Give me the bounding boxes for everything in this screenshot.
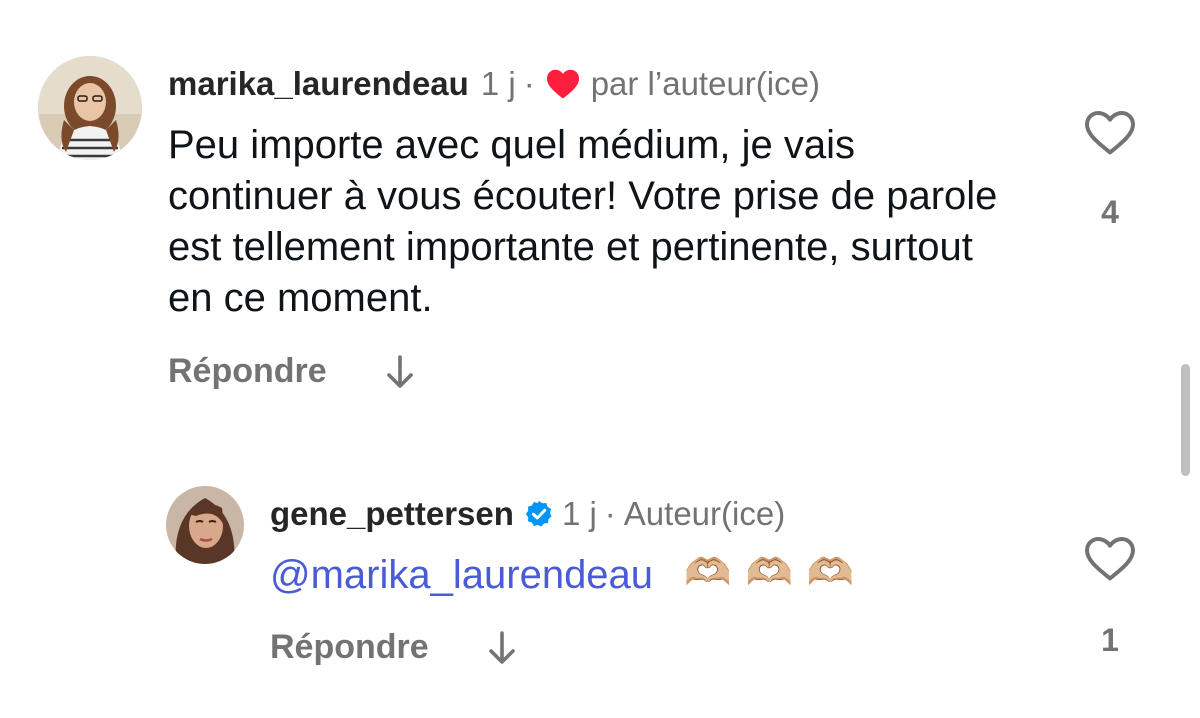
username[interactable]: marika_laurendeau [168, 64, 469, 104]
separator: · [604, 495, 616, 532]
username[interactable]: gene_pettersen [270, 494, 514, 534]
comment-actions: Répondre [168, 352, 415, 391]
reply-button[interactable]: Répondre [270, 628, 429, 667]
author-label: Auteur(ice) [623, 495, 786, 532]
avatar[interactable] [38, 56, 142, 160]
avatar[interactable] [166, 486, 244, 564]
heart-outline-icon[interactable] [1084, 536, 1136, 582]
separator: · [523, 65, 535, 102]
scrollbar[interactable] [1181, 364, 1190, 476]
arrow-down-icon[interactable] [487, 630, 517, 666]
red-heart-icon [545, 68, 581, 100]
timestamp: 1 j [561, 495, 597, 532]
like-count: 1 [1101, 622, 1119, 658]
emoji-group: 🫶🏼 🫶🏼 🫶🏼 [684, 548, 854, 599]
mention-link[interactable]: @marika_laurendeau [270, 553, 653, 597]
heart-hands-emoji: 🫶🏼 [684, 551, 732, 594]
like-count: 4 [1101, 194, 1119, 230]
comment-text: Peu importe avec quel médium, je vais co… [168, 123, 998, 320]
verified-badge-icon [524, 499, 554, 529]
heart-outline-icon[interactable] [1084, 110, 1136, 156]
comment-meta: marika_laurendeau 1 j · par l’auteur(ice… [168, 64, 820, 104]
comment-text: @marika_laurendeau 🫶🏼 🫶🏼 🫶🏼 [270, 550, 1150, 603]
reply-button[interactable]: Répondre [168, 352, 327, 391]
heart-hands-emoji: 🫶🏼 [745, 551, 793, 594]
heart-hands-emoji: 🫶🏼 [806, 551, 855, 594]
comment-actions: Répondre [270, 628, 517, 667]
comment-meta: gene_pettersen 1 j · Auteur(ice) [270, 494, 785, 534]
timestamp: 1 j [480, 65, 516, 102]
arrow-down-icon[interactable] [385, 354, 415, 390]
liked-by-author-label: par l’auteur(ice) [590, 65, 820, 102]
